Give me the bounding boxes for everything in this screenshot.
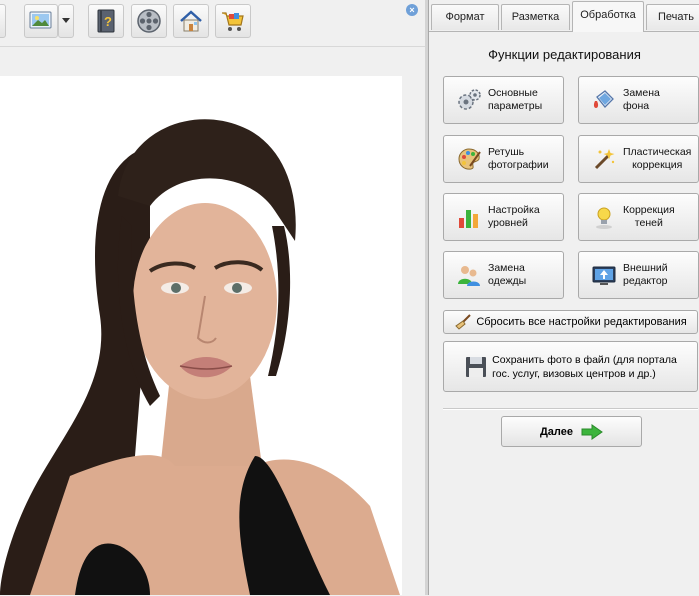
video-button[interactable] [131,4,167,38]
floppy-disk-icon [466,356,487,377]
retouch-label-2: фотографии [488,159,549,171]
home-button[interactable] [173,4,209,38]
reset-label: Сбросить все настройки редактирования [476,316,687,328]
levels-label-2: уровней [488,217,528,229]
film-reel-icon [137,9,161,33]
tab-processing[interactable]: Обработка [572,1,644,32]
basic-params-label-1: Основные [488,87,538,99]
separator [443,408,698,410]
save-photo-button[interactable]: Сохранить фото в файл (для портала гос. … [443,341,698,392]
image-icon [29,11,52,29]
shadow-label-2: теней [634,217,663,229]
shadow-label-1: Коррекция [623,204,675,216]
next-button[interactable]: Далее [501,416,642,447]
replace-bg-label-2: фона [623,100,650,112]
levels-button[interactable]: Настройка уровней [443,193,564,241]
portrait-image [0,76,402,595]
replace-clothes-button[interactable]: Замена одежды [443,251,564,299]
left-pane: ? × [0,0,428,595]
help-book-icon: ? [97,9,115,33]
right-panel: Формат Разметка Обработка Печать Функции… [428,0,699,596]
photo-area [0,48,428,595]
home-icon [180,10,202,32]
lamp-icon [596,207,612,229]
cart-icon [222,12,244,31]
tab-format[interactable]: Формат [431,4,499,30]
paint-bucket-icon [593,90,614,108]
basic-params-button[interactable]: Основные параметры [443,76,564,124]
image-button[interactable] [24,4,58,38]
plastic-correction-button[interactable]: Пластическая коррекция [578,135,699,183]
cart-button[interactable] [215,4,251,38]
clothes-label-1: Замена [488,262,525,274]
retouch-button[interactable]: Ретушь фотографии [443,135,564,183]
save-label-1: Сохранить фото в файл (для портала [492,353,677,366]
external-editor-button[interactable]: Внешний редактор [578,251,699,299]
external-label-1: Внешний [623,262,668,274]
replace-background-button[interactable]: Замена фона [578,76,699,124]
portrait-photo [0,76,402,595]
replace-bg-label-1: Замена [623,87,660,99]
shadow-correction-button[interactable]: Коррекция теней [578,193,699,241]
next-label: Далее [539,425,574,438]
plastic-label-2: коррекция [632,159,683,171]
palette-icon [458,148,481,170]
basic-params-label-2: параметры [488,100,543,112]
gears-icon [458,89,481,110]
help-button[interactable]: ? [88,4,124,38]
section-title: Функции редактирования [488,47,641,62]
external-label-2: редактор [623,275,668,287]
save-label-2: гос. услуг, визовых центров и др.) [492,367,656,380]
broom-icon [455,314,472,330]
levels-label-1: Настройка [488,204,540,216]
close-icon[interactable]: × [406,4,418,16]
processing-tab-body: Функции редактирования Основные параметры… [429,31,699,596]
clothes-label-2: одежды [488,275,527,287]
people-icon [458,266,480,286]
monitor-icon [592,266,616,285]
toolbar-button-partial[interactable] [0,4,6,38]
tab-strip: Формат Разметка Обработка Печать [429,0,699,32]
image-dropdown-button[interactable] [58,4,74,38]
arrow-right-icon [581,423,603,440]
chevron-down-icon [62,18,70,23]
magic-wand-icon [594,149,615,170]
retouch-label-1: Ретушь [488,146,525,158]
bar-levels-icon [459,210,478,228]
tab-markup[interactable]: Разметка [501,4,570,30]
toolbar: ? × [0,0,428,47]
reset-settings-button[interactable]: Сбросить все настройки редактирования [443,310,698,334]
plastic-label-1: Пластическая [623,146,692,158]
svg-text:?: ? [104,14,112,29]
tab-print[interactable]: Печать [646,4,699,30]
